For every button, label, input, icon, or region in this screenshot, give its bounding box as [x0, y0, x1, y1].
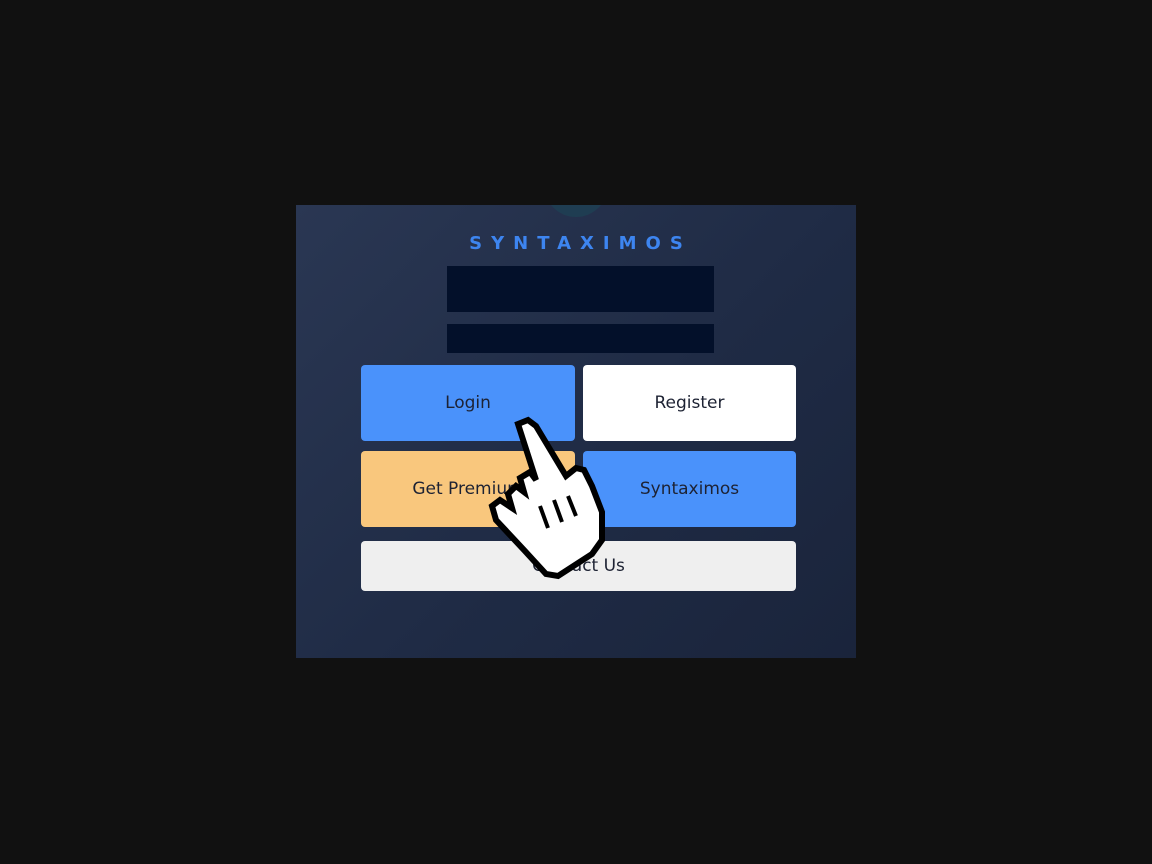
panel-decoration-circle: [544, 205, 608, 217]
syntaximos-button[interactable]: Syntaximos: [583, 451, 796, 527]
login-panel: SYNTAXIMOS Login Register Get Premium Sy…: [296, 205, 856, 658]
login-button[interactable]: Login: [361, 365, 575, 441]
get-premium-button[interactable]: Get Premium: [361, 451, 575, 527]
contact-us-button[interactable]: Contact Us: [361, 541, 796, 591]
register-button[interactable]: Register: [583, 365, 796, 441]
username-input[interactable]: [447, 266, 714, 312]
brand-title: SYNTAXIMOS: [469, 233, 692, 254]
password-input[interactable]: [447, 324, 714, 353]
